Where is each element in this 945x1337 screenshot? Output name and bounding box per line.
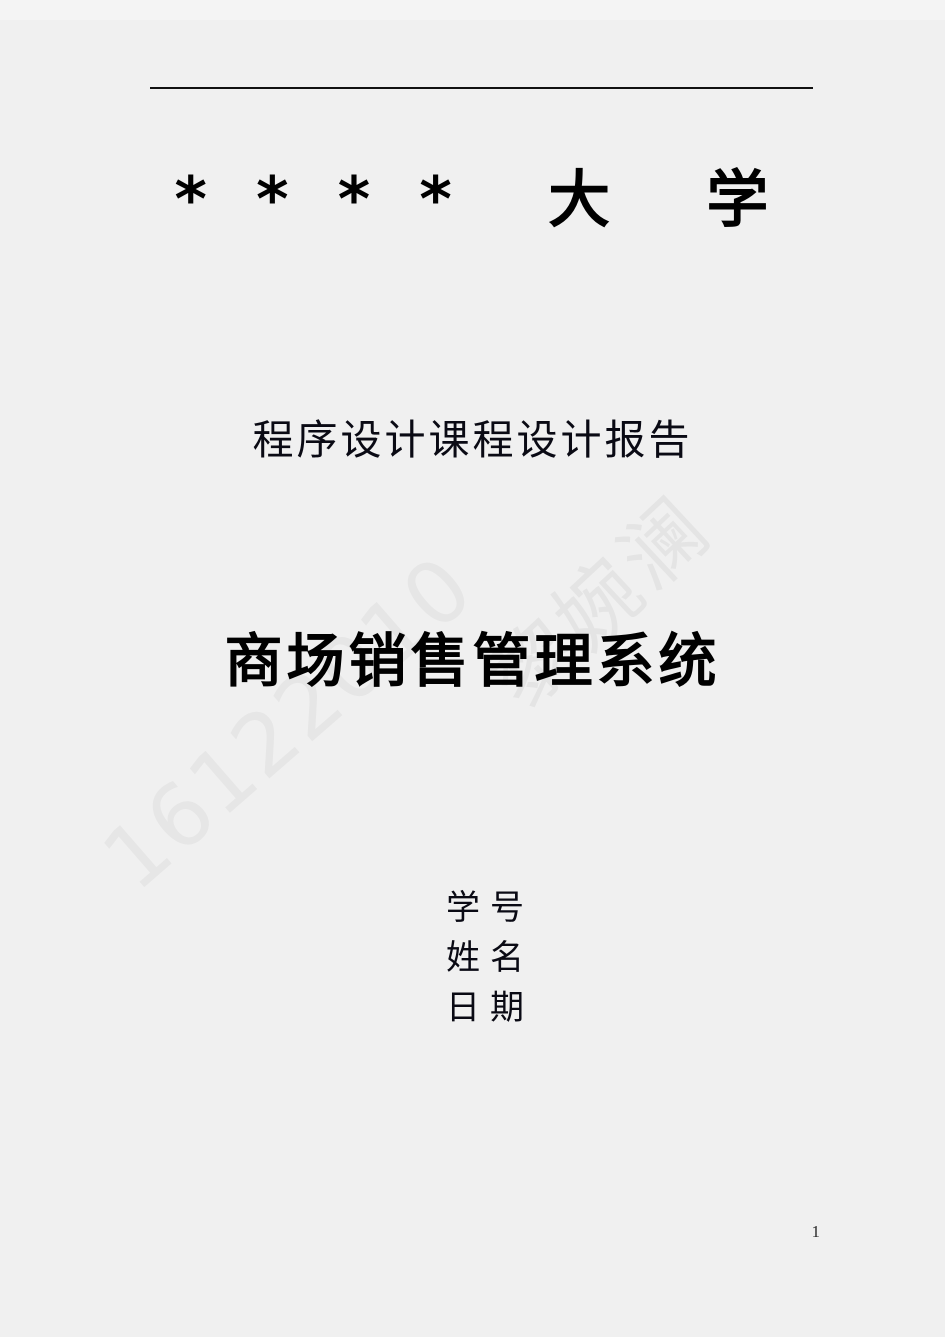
header-rule	[150, 87, 813, 89]
page-title: 商场销售管理系统	[224, 629, 721, 694]
page-number: 1	[811, 1222, 821, 1241]
page-content: * * * * 大 学 程序设计课程设计报告 商场销售管理系统 学号 姓名 日期…	[0, 0, 945, 1337]
meta-label-date: 日期	[446, 990, 534, 1027]
document-page: 16122010 黎婉澜 * * * * 大 学 程序设计课程设计报告 商场销售…	[0, 0, 945, 1337]
meta-label-student-id: 学号	[446, 890, 534, 927]
meta-label-student-name: 姓名	[446, 940, 534, 977]
university-name: * * * * 大 学	[174, 163, 771, 236]
report-type-subtitle: 程序设计课程设计报告	[252, 417, 693, 463]
metadata-fields: 学号 姓名 日期	[446, 884, 534, 1034]
